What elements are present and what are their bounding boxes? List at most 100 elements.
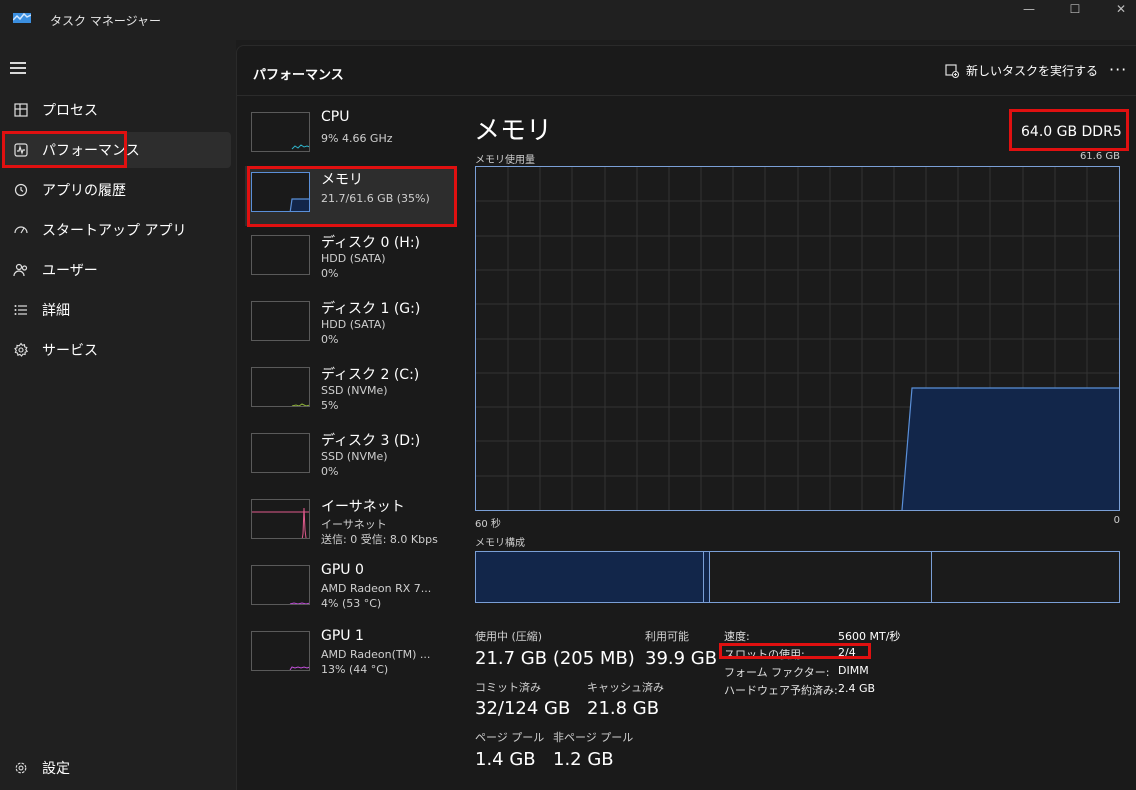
- device-name: GPU 1: [321, 628, 364, 644]
- history-icon: [6, 183, 36, 197]
- hamburger-menu-icon[interactable]: [10, 62, 28, 76]
- time-axis-left: 60 秒: [475, 519, 501, 530]
- stat-in-use-label: 使用中 (圧縮): [475, 630, 543, 643]
- run-new-task-button[interactable]: 新しいタスクを実行する: [945, 62, 1098, 79]
- stat-committed-label: コミット済み: [475, 681, 541, 694]
- prop-hw-reserved-key: ハードウェア予約済み:: [724, 684, 838, 697]
- nav-item-services[interactable]: サービス: [4, 332, 231, 368]
- device-sub: 5%: [321, 399, 339, 412]
- stat-available-label: 利用可能: [645, 630, 689, 643]
- nav-item-label: 設定: [42, 761, 70, 777]
- device-sub: AMD Radeon RX 7...: [321, 582, 432, 595]
- device-sub: 21.7/61.6 GB (35%): [321, 192, 430, 205]
- device-thumbnail: [251, 631, 310, 671]
- usage-graph-label: メモリ使用量: [475, 155, 535, 166]
- nav-item-details[interactable]: 詳細: [4, 292, 231, 328]
- stat-cached-value: 21.8 GB: [587, 698, 660, 719]
- device-thumbnail: [251, 499, 310, 539]
- stat-nonpaged-pool-value: 1.2 GB: [553, 749, 614, 770]
- device-item-ethernet[interactable]: イーサネット イーサネット 送信: 0 受信: 8.0 Kbps: [245, 493, 457, 553]
- nav-item-label: パフォーマンス: [42, 143, 140, 159]
- nav-item-startup-apps[interactable]: スタートアップ アプリ: [4, 212, 231, 248]
- composition-in-use: [476, 552, 704, 602]
- device-item-disk-3[interactable]: ディスク 3 (D:) SSD (NVMe) 0%: [245, 427, 457, 487]
- device-sub: HDD (SATA): [321, 252, 386, 265]
- device-sub: イーサネット: [321, 518, 387, 531]
- device-item-disk-2[interactable]: ディスク 2 (C:) SSD (NVMe) 5%: [245, 361, 457, 421]
- side-navigation: プロセス パフォーマンス アプリの履歴 スタートアップ アプリ ユーザー 詳細: [0, 40, 236, 790]
- device-thumbnail: [251, 172, 310, 212]
- nav-item-label: プロセス: [42, 103, 98, 119]
- device-name: イーサネット: [321, 499, 405, 515]
- usage-graph-max: 61.6 GB: [1079, 151, 1120, 162]
- memory-usage-graph: [475, 166, 1120, 511]
- services-icon: [6, 342, 36, 358]
- device-name: ディスク 1 (G:): [321, 301, 421, 317]
- processes-icon: [6, 103, 36, 117]
- device-sub: 13% (44 °C): [321, 663, 389, 676]
- device-name: メモリ: [321, 172, 363, 188]
- detail-title: メモリ: [474, 116, 553, 146]
- nav-item-label: スタートアップ アプリ: [42, 223, 187, 239]
- nav-item-performance[interactable]: パフォーマンス: [4, 132, 231, 168]
- nav-item-processes[interactable]: プロセス: [4, 92, 231, 128]
- stat-in-use-value: 21.7 GB (205 MB): [475, 648, 635, 669]
- page-header: パフォーマンス 新しいタスクを実行する ···: [237, 46, 1136, 96]
- device-item-disk-0[interactable]: ディスク 0 (H:) HDD (SATA) 0%: [245, 229, 457, 289]
- window-title: タスク マネージャー: [50, 14, 161, 28]
- prop-speed-key: 速度:: [724, 630, 750, 643]
- details-icon: [6, 304, 36, 316]
- composition-divider: [931, 552, 932, 602]
- prop-speed-value: 5600 MT/秒: [838, 630, 901, 643]
- startup-icon: [6, 223, 36, 237]
- memory-usage-svg: [476, 167, 1119, 510]
- page-title: パフォーマンス: [253, 68, 344, 83]
- close-icon: ✕: [1115, 2, 1127, 16]
- composition-modified: [704, 552, 710, 602]
- device-thumbnail: [251, 565, 310, 605]
- device-item-gpu-1[interactable]: GPU 1 AMD Radeon(TM) ... 13% (44 °C): [245, 625, 457, 685]
- composition-label: メモリ構成: [475, 538, 525, 549]
- device-sub: AMD Radeon(TM) ...: [321, 648, 431, 661]
- device-thumbnail: [251, 433, 310, 473]
- device-name: ディスク 3 (D:): [321, 433, 421, 449]
- device-item-memory[interactable]: メモリ 21.7/61.6 GB (35%): [245, 166, 457, 226]
- more-options-icon[interactable]: ···: [1109, 60, 1127, 79]
- stat-paged-pool-value: 1.4 GB: [475, 749, 536, 770]
- nav-item-app-history[interactable]: アプリの履歴: [4, 172, 231, 208]
- settings-gear-icon: [6, 761, 36, 775]
- device-name: ディスク 0 (H:): [321, 235, 420, 251]
- nav-item-label: 詳細: [42, 303, 70, 319]
- device-sub: 9% 4.66 GHz: [321, 132, 393, 145]
- device-item-cpu[interactable]: CPU 9% 4.66 GHz: [245, 106, 457, 166]
- time-axis-right: 0: [1113, 515, 1120, 526]
- maximize-icon: ☐: [1069, 2, 1081, 16]
- nav-item-settings[interactable]: 設定: [4, 750, 231, 786]
- minimize-icon: —: [1023, 2, 1035, 16]
- device-sub: 0%: [321, 267, 339, 280]
- device-item-disk-1[interactable]: ディスク 1 (G:) HDD (SATA) 0%: [245, 295, 457, 355]
- prop-slots-value: 2/4: [838, 646, 856, 659]
- stat-committed-value: 32/124 GB: [475, 698, 571, 719]
- run-new-task-label: 新しいタスクを実行する: [966, 64, 1099, 78]
- maximize-button[interactable]: ☐: [1052, 0, 1098, 18]
- device-sub: HDD (SATA): [321, 318, 386, 331]
- device-item-gpu-0[interactable]: GPU 0 AMD Radeon RX 7... 4% (53 °C): [245, 559, 457, 619]
- device-sub: 0%: [321, 465, 339, 478]
- device-name: ディスク 2 (C:): [321, 367, 420, 383]
- minimize-button[interactable]: —: [1006, 0, 1052, 18]
- stat-paged-pool-label: ページ プール: [475, 731, 545, 744]
- nav-item-users[interactable]: ユーザー: [4, 252, 231, 288]
- device-sub: 4% (53 °C): [321, 597, 382, 610]
- prop-slots-key: スロットの使用:: [724, 648, 805, 661]
- nav-item-label: ユーザー: [42, 263, 98, 279]
- stat-cached-label: キャッシュ済み: [587, 681, 664, 694]
- users-icon: [6, 263, 36, 277]
- memory-composition-bar[interactable]: [475, 551, 1120, 603]
- close-button[interactable]: ✕: [1098, 0, 1136, 18]
- device-sub: 0%: [321, 333, 339, 346]
- nav-item-label: サービス: [42, 343, 98, 359]
- prop-hw-reserved-value: 2.4 GB: [838, 682, 876, 695]
- device-name: CPU: [321, 109, 350, 125]
- device-sub: SSD (NVMe): [321, 450, 388, 463]
